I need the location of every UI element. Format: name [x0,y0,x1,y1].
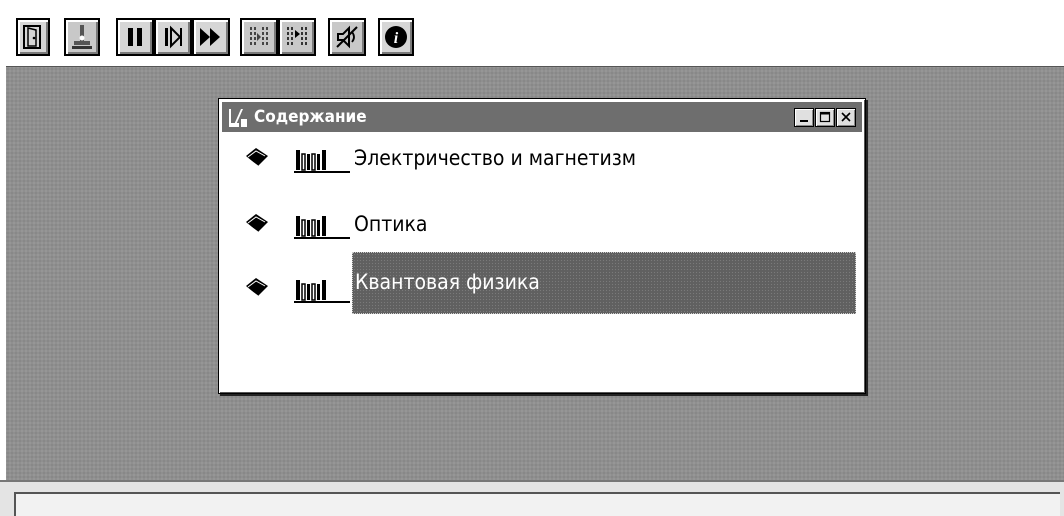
contents-list: Электричество и магнетизм Оптика Квантов… [222,132,862,390]
minimize-button[interactable] [794,108,814,127]
columns-play-button[interactable] [278,18,316,56]
list-item-selected[interactable]: Квантовая физика [222,252,862,314]
book-icon [244,276,270,302]
app-icon [226,104,250,130]
window-titlebar[interactable]: Содержание [222,102,862,132]
fast-forward-button[interactable] [192,18,230,56]
info-button[interactable]: i [378,18,414,56]
columns-play-icon [284,24,310,50]
lab-flask-icon [69,23,95,51]
minimize-icon [798,108,810,127]
contents-window: Содержание Электричество и магнетизм Опт… [218,98,866,394]
exit-button[interactable] [16,18,50,56]
maximize-icon [819,108,831,127]
bookshelf-icon [294,210,352,244]
book-icon [244,212,270,238]
step-forward-button[interactable] [154,18,192,56]
status-bar [0,480,1064,516]
close-button[interactable] [836,108,856,127]
item-label: Электричество и магнетизм [354,146,637,170]
exit-door-icon [21,24,45,50]
status-field [14,492,1060,516]
sound-toggle-button[interactable] [328,18,366,56]
application-window: i Содержание Электричество и магнетизм О… [0,0,1064,516]
item-label: Квантовая физика [352,252,856,314]
list-item[interactable]: Оптика [222,204,862,244]
toolbar: i [0,0,1064,66]
svg-text:i: i [394,30,399,47]
window-title: Содержание [254,107,367,127]
columns-button[interactable] [240,18,278,56]
book-icon [244,146,270,172]
pause-button[interactable] [116,18,154,56]
item-label: Оптика [354,212,428,236]
bookshelf-icon [294,274,352,308]
info-icon: i [383,24,409,50]
window-controls [793,108,856,127]
laboratory-button[interactable] [64,18,100,56]
step-forward-icon [161,25,185,49]
bookshelf-icon [294,144,352,178]
mute-sound-icon [333,23,361,51]
columns-icon [246,24,272,50]
fast-forward-icon [198,25,224,49]
maximize-button[interactable] [815,108,835,127]
pause-icon [124,25,146,49]
close-icon [840,108,852,127]
list-item[interactable]: Электричество и магнетизм [222,138,862,178]
